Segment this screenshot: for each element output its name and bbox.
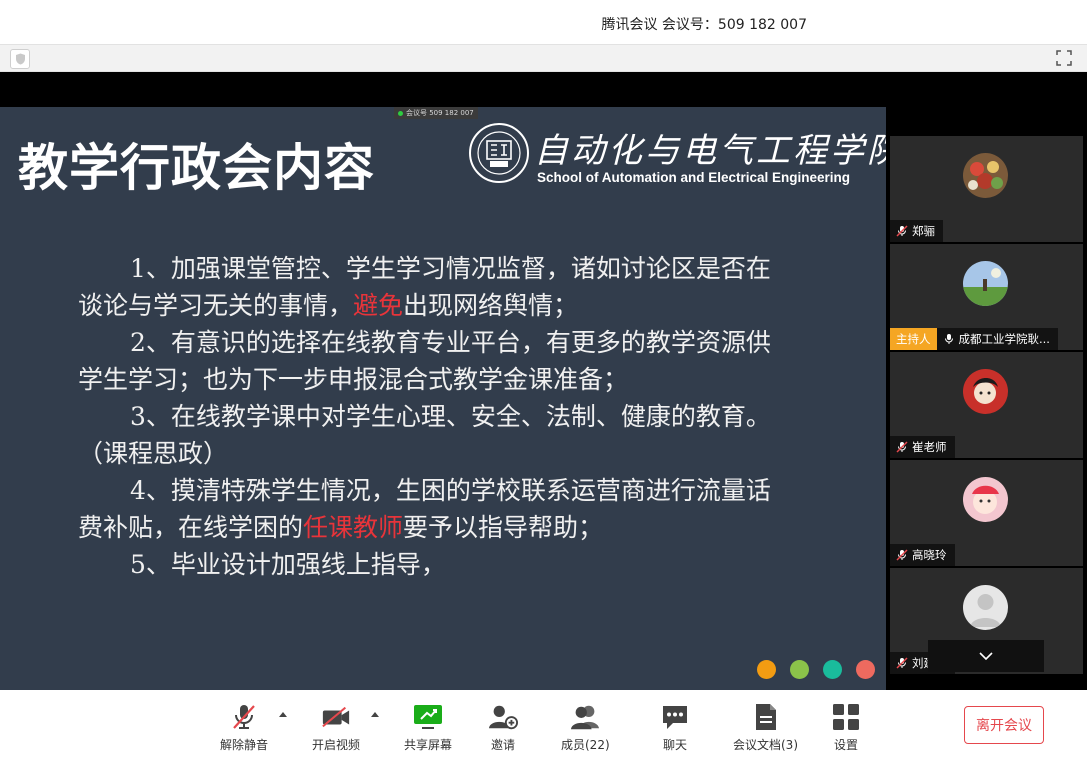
avatar [963, 585, 1008, 630]
slide-item-4-cont: 费补贴，在线学困的任课教师要予以指导帮助； [78, 513, 604, 542]
status-dot-icon [398, 110, 403, 116]
settings-grid-icon [833, 704, 859, 730]
window-title: 腾讯会议 会议号：509 182 007 [601, 17, 807, 33]
mic-icon [944, 334, 953, 344]
avatar [963, 153, 1008, 198]
fullscreen-icon[interactable] [1055, 49, 1073, 67]
settings-button[interactable]: 设置 [831, 702, 861, 753]
slide-item-3: 3、在线教学课中对学生心理、安全、法制、健康的教育。 [130, 402, 771, 431]
share-screen-button[interactable]: 共享屏幕 [404, 702, 452, 753]
document-icon [755, 704, 776, 730]
participant-panel: 郑骊 主持人 成都工业学院耿... 崔老师 高晓玲 [886, 107, 1087, 690]
participant-tile[interactable]: 高晓玲 [890, 460, 1083, 566]
window-titlebar: 腾讯会议 会议号：509 182 007 [0, 0, 1087, 44]
slide-item-5: 5、毕业设计加强线上指导， [130, 550, 446, 579]
mic-muted-icon [896, 441, 908, 453]
share-meeting-tag-label: 会议号 509 182 007 [406, 109, 474, 117]
participant-expand-button[interactable] [928, 640, 1044, 672]
host-badge: 主持人 [890, 328, 937, 350]
share-screen-icon [414, 705, 442, 729]
mic-muted-icon [896, 225, 908, 237]
unmute-label: 解除静音 [220, 738, 269, 752]
mic-muted-icon [233, 705, 255, 729]
slide-decor-dots [757, 660, 875, 679]
decor-dot [790, 660, 809, 679]
slide-item-1: 1、加强课堂管控、学生学习情况监督，诸如讨论区是否在 [130, 254, 771, 283]
chat-label: 聊天 [662, 738, 687, 752]
slide-title: 教学行政会内容 [18, 139, 375, 197]
decor-dot [823, 660, 842, 679]
add-user-icon [488, 705, 518, 730]
mic-options-caret[interactable] [279, 712, 287, 717]
leave-meeting-button[interactable]: 离开会议 [964, 706, 1044, 744]
unmute-button[interactable]: 解除静音 [220, 702, 268, 753]
participant-name: 郑骊 [912, 224, 935, 238]
share-meeting-tag: 会议号 509 182 007 [394, 107, 478, 119]
decor-dot [856, 660, 875, 679]
chat-icon [663, 706, 687, 729]
camera-off-icon [322, 706, 350, 728]
mic-muted-icon [896, 549, 908, 561]
participant-namebar: 崔老师 [890, 436, 955, 458]
slide-item-1-cont: 谈论与学习无关的事情，避免出现网络舆情； [78, 291, 579, 320]
school-name-en: School of Automation and Electrical Engi… [537, 170, 851, 185]
meeting-docs-label: 会议文档(3) [733, 738, 798, 752]
video-options-caret[interactable] [371, 712, 379, 717]
participant-namebar: 主持人 成都工业学院耿... [890, 328, 1058, 350]
slide-item-2: 2、有意识的选择在线教育专业平台，有更多的教学资源供 [130, 328, 771, 357]
share-screen-label: 共享屏幕 [404, 738, 453, 752]
school-seal-icon [469, 123, 529, 183]
participant-name: 崔老师 [912, 440, 947, 454]
participant-tile[interactable]: 郑骊 [890, 136, 1083, 242]
shield-icon[interactable] [10, 49, 30, 69]
avatar [963, 369, 1008, 414]
chat-button[interactable]: 聊天 [660, 702, 690, 753]
chevron-down-icon [979, 652, 993, 660]
invite-button[interactable]: 邀请 [488, 702, 518, 753]
participant-namebar: 郑骊 [890, 220, 943, 242]
members-button[interactable]: 成员(22) [561, 702, 610, 753]
participant-namebar: 高晓玲 [890, 544, 955, 566]
invite-label: 邀请 [490, 738, 515, 752]
decor-dot [757, 660, 776, 679]
members-label: 成员(22) [561, 738, 610, 752]
participant-name: 成都工业学院耿... [958, 332, 1050, 346]
avatar [963, 261, 1008, 306]
slide-content: 1、加强课堂管控、学生学习情况监督，诸如讨论区是否在 谈论与学习无关的事情，避免… [78, 250, 818, 583]
meeting-subbar [0, 44, 1087, 72]
start-video-label: 开启视频 [312, 738, 361, 752]
slide-item-3-cont: （课程思政） [78, 439, 229, 468]
participant-tile[interactable]: 主持人 成都工业学院耿... [890, 244, 1083, 350]
mic-muted-icon [896, 657, 908, 669]
participant-tile[interactable]: 崔老师 [890, 352, 1083, 458]
avatar [963, 477, 1008, 522]
start-video-button[interactable]: 开启视频 [312, 702, 360, 753]
slide-item-4: 4、摸清特殊学生情况，生困的学校联系运营商进行流量话 [130, 476, 771, 505]
meeting-docs-button[interactable]: 会议文档(3) [733, 702, 798, 753]
settings-label: 设置 [833, 738, 858, 752]
meeting-toolbar: 解除静音 开启视频 共享屏幕 邀请 成员(22) 聊天 会议文档(3) 设置 离… [0, 690, 1087, 764]
slide-item-2-cont: 学生学习；也为下一步申报混合式教学金课准备； [78, 365, 629, 394]
participant-name: 高晓玲 [912, 548, 947, 562]
members-icon [571, 705, 600, 730]
school-name-cn: 自动化与电气工程学院 [534, 131, 904, 171]
